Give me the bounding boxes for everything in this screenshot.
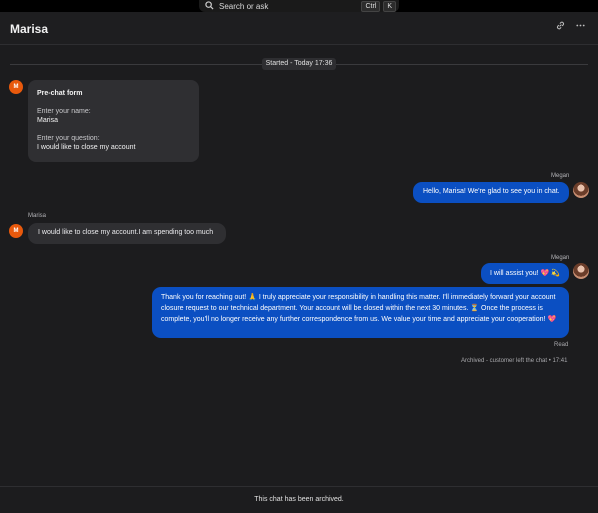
name-label: Enter your name: bbox=[37, 108, 91, 115]
archived-status: Archived - customer left the chat • 17:4… bbox=[461, 358, 568, 364]
chat-title: Marisa bbox=[10, 22, 49, 36]
agent-name-label: Megan bbox=[551, 255, 570, 261]
hourglass-emoji: ⏳ bbox=[470, 305, 480, 312]
shortcut-key-ctrl: Ctrl bbox=[361, 0, 381, 12]
prechat-form-title: Pre-chat form bbox=[37, 90, 83, 97]
visitor-message: I would like to close my account.I am sp… bbox=[28, 223, 226, 244]
praying-hands-emoji: 🙏 bbox=[248, 294, 257, 301]
message-text-part1: Thank you for reaching out! bbox=[161, 294, 247, 301]
question-label: Enter your question: bbox=[37, 135, 100, 142]
agent-message: Hello, Marisa! We're glad to see you in … bbox=[413, 182, 569, 203]
chat-start-divider: Started - Today 17:36 bbox=[0, 58, 598, 70]
read-receipt: Read bbox=[554, 342, 569, 348]
name-value: Marisa bbox=[37, 117, 59, 124]
agent-name-label: Megan bbox=[551, 173, 570, 179]
search-icon bbox=[205, 0, 219, 12]
agent-avatar bbox=[573, 263, 589, 279]
heart-sparkle-emoji: 💖 💫 bbox=[540, 270, 560, 277]
visitor-avatar: M bbox=[9, 224, 23, 238]
question-value: I would like to close my account bbox=[37, 144, 136, 151]
more-horizontal-icon[interactable] bbox=[575, 20, 586, 34]
visitor-avatar: M bbox=[9, 80, 23, 94]
link-icon[interactable] bbox=[555, 20, 566, 34]
chat-start-label: Started - Today 17:36 bbox=[262, 58, 336, 70]
top-bar: Search or ask Ctrl K bbox=[0, 0, 598, 12]
heart-emoji: 💖 bbox=[547, 316, 557, 323]
message-text: Hello, Marisa! We're glad to see you in … bbox=[423, 188, 560, 195]
agent-long-message: Thank you for reaching out! 🙏 I truly ap… bbox=[152, 287, 569, 338]
message-text: I would like to close my account.I am sp… bbox=[38, 229, 214, 236]
message-text: I will assist you! bbox=[490, 270, 539, 277]
search-box[interactable]: Search or ask Ctrl K bbox=[199, 0, 399, 12]
chat-header: Marisa bbox=[0, 12, 598, 45]
archived-footer: This chat has been archived. bbox=[0, 486, 598, 513]
shortcut-key-k: K bbox=[383, 0, 396, 12]
search-placeholder: Search or ask bbox=[219, 1, 269, 11]
visitor-name-label: Marisa bbox=[28, 213, 47, 219]
archived-footer-text: This chat has been archived. bbox=[254, 496, 344, 503]
agent-message: I will assist you! 💖 💫 bbox=[481, 263, 569, 284]
prechat-form-card: Pre-chat form Enter your name: Marisa En… bbox=[28, 80, 199, 162]
agent-avatar bbox=[573, 182, 589, 198]
